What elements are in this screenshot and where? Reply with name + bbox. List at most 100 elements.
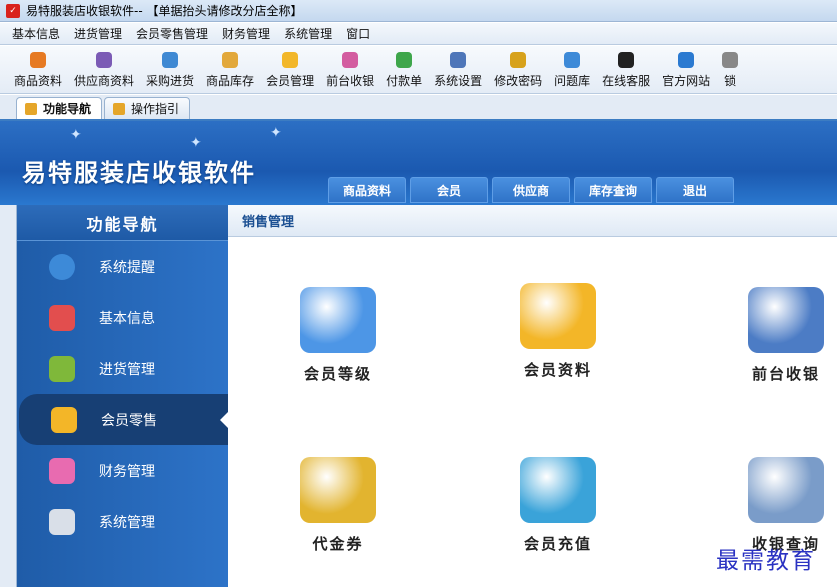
goods-icon: [30, 52, 46, 68]
menu-item[interactable]: 进货管理: [74, 25, 122, 42]
banner-nav-tab[interactable]: 退出: [656, 177, 734, 203]
info-icon: [49, 253, 75, 280]
toolbar-button[interactable]: 修改密码: [494, 52, 542, 93]
tab-1[interactable]: 操作指引: [104, 97, 191, 119]
toolbar-label: 前台收银: [326, 74, 375, 88]
menu-item[interactable]: 基本信息: [12, 25, 60, 42]
sidebar: 功能导航 系统提醒基本信息进货管理会员零售财务管理系统管理: [17, 205, 228, 587]
settings-icon: [450, 52, 467, 68]
sidebar-header: 功能导航: [17, 205, 228, 241]
recharge-card-icon: [520, 457, 596, 523]
supplier-icon: [96, 52, 113, 68]
toolbar-button[interactable]: 问题库: [554, 52, 590, 93]
tab-strip: 功能导航 操作指引: [0, 95, 837, 121]
pos-computer-icon: [748, 287, 824, 353]
sparkle-icon: ✦: [190, 135, 202, 151]
key-icon: [510, 52, 527, 68]
toolbar: 商品资料 供应商资料 采购进货 商品库存 会员管理 前台收银 付款单 系统设置 修改密码 问题库在…: [0, 46, 837, 94]
toolbar-label: 供应商资料: [74, 74, 135, 88]
toolbar-button[interactable]: 供应商资料: [74, 52, 134, 93]
feature-tile[interactable]: 会员等级: [268, 287, 408, 384]
search-chart-icon: [748, 457, 824, 523]
menu-item[interactable]: 窗口: [346, 25, 370, 42]
chat-user-icon: [51, 406, 77, 433]
voucher-icon: [300, 457, 376, 523]
feature-label: 前台收银: [751, 365, 820, 383]
sidebar-item[interactable]: 进货管理: [17, 343, 228, 394]
member-profile-icon: [520, 283, 596, 349]
cubes-icon: [49, 304, 75, 331]
box-icon: [49, 355, 75, 382]
toolbar-label: 在线客服: [602, 74, 651, 88]
toolbar-label: 会员管理: [266, 74, 315, 88]
feature-label: 会员充值: [523, 535, 592, 553]
banner-nav-tab[interactable]: 库存查询: [574, 177, 652, 203]
toolbar-button[interactable]: 系统设置: [434, 52, 482, 93]
feature-tile[interactable]: 会员充值: [488, 457, 628, 554]
toolbar-label: 官方网站: [662, 74, 711, 88]
toolbar-label: 商品库存: [206, 74, 255, 88]
menu-item[interactable]: 系统管理: [284, 25, 332, 42]
sidebar-item-label: 财务管理: [99, 463, 155, 480]
sidebar-item-label: 基本信息: [99, 310, 155, 327]
toolbar-label: 系统设置: [434, 74, 483, 88]
tab-0[interactable]: 功能导航: [16, 97, 103, 119]
sidebar-item-label: 系统提醒: [99, 259, 155, 276]
toolbar-button[interactable]: 在线客服: [602, 52, 650, 93]
toolbar-label: 修改密码: [494, 74, 543, 88]
sparkle-icon: ✦: [270, 125, 282, 141]
feature-tile[interactable]: 前台收银: [716, 287, 837, 384]
brand-title: 易特服装店收银软件: [22, 159, 256, 187]
toolbar-button[interactable]: 官方网站: [662, 52, 710, 93]
inventory-icon: [222, 52, 239, 68]
sidebar-item-label: 进货管理: [99, 361, 155, 378]
finance-icon: [49, 457, 75, 484]
banner-nav-tab[interactable]: 供应商: [492, 177, 570, 203]
tab-icon: [113, 102, 126, 115]
title-bar: ✓ 易特服装店收银软件-- 【单据抬头请修改分店全称】: [0, 0, 837, 22]
sidebar-item[interactable]: 基本信息: [17, 292, 228, 343]
banner-nav: 商品资料 会员 供应商 库存查询 退出: [328, 177, 738, 203]
toolbar-button[interactable]: 前台收银: [326, 52, 374, 93]
ie-icon: [678, 52, 695, 68]
lock-icon: [722, 52, 739, 68]
banner: ✦ ✦ ✦ 易特服装店收银软件 商品资料 会员 供应商 库存查询 退出: [0, 121, 837, 205]
toolbar-button[interactable]: 商品库存: [206, 52, 254, 93]
toolbar-button[interactable]: 采购进货: [146, 52, 194, 93]
toolbar-button[interactable]: 锁: [722, 52, 739, 93]
sidebar-item[interactable]: 系统管理: [17, 496, 228, 547]
feature-label: 会员资料: [523, 361, 592, 379]
feature-tile[interactable]: 收银查询: [716, 457, 837, 554]
banner-nav-tab[interactable]: 会员: [410, 177, 488, 203]
toolbar-label: 锁: [724, 74, 737, 88]
toolbar-button[interactable]: 会员管理: [266, 52, 314, 93]
app-icon: ✓: [6, 3, 20, 18]
left-frame: [0, 205, 17, 587]
menu-item[interactable]: 会员零售管理: [136, 25, 208, 42]
content-panel: 销售管理 会员等级 会员资料 前台收银代金券 会员充值 收银查询: [228, 205, 837, 587]
qq-icon: [618, 52, 635, 68]
sidebar-item[interactable]: 系统提醒: [17, 241, 228, 292]
cashier-icon: [342, 52, 359, 68]
window-title: 易特服装店收银软件-- 【单据抬头请修改分店全称】: [26, 4, 303, 18]
sidebar-item[interactable]: 会员零售: [19, 394, 228, 445]
toolbar-label: 商品资料: [14, 74, 63, 88]
feature-label: 代金券: [312, 535, 364, 553]
feature-tile[interactable]: 会员资料: [488, 283, 628, 380]
banner-nav-tab[interactable]: 商品资料: [328, 177, 406, 203]
toolbar-button[interactable]: 付款单: [386, 52, 422, 93]
tools-icon: [49, 508, 75, 535]
truck-icon: [162, 52, 179, 68]
sidebar-item[interactable]: 财务管理: [17, 445, 228, 496]
feature-tile[interactable]: 代金券: [268, 457, 408, 554]
feature-label: 会员等级: [303, 365, 372, 383]
tab-label: 功能导航: [43, 102, 92, 116]
watermark: 最需教育: [716, 548, 816, 574]
content-header: 销售管理: [228, 205, 837, 237]
menu-item[interactable]: 财务管理: [222, 25, 270, 42]
toolbar-button[interactable]: 商品资料: [14, 52, 62, 93]
tab-icon: [25, 102, 37, 115]
member-level-icon: [300, 287, 376, 353]
toolbar-label: 采购进货: [146, 74, 195, 88]
toolbar-label: 付款单: [386, 74, 423, 88]
